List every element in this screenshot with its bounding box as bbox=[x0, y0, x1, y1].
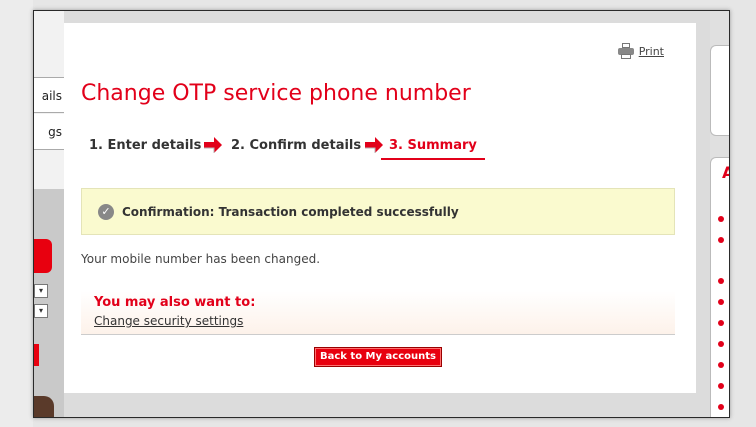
bullet-icon bbox=[718, 320, 724, 326]
step-summary: 3. Summary bbox=[381, 136, 485, 160]
step-arrow-icon bbox=[204, 137, 222, 153]
confirmation-text: Confirmation: Transaction completed succ… bbox=[122, 204, 459, 219]
bullet-icon bbox=[718, 341, 724, 347]
bullet-icon bbox=[718, 216, 724, 222]
bullet-icon bbox=[718, 362, 724, 368]
confirmation-banner: ✓ Confirmation: Transaction completed su… bbox=[81, 188, 675, 235]
left-dropdown-arrow-icon[interactable]: ▾ bbox=[34, 304, 48, 318]
bullet-icon bbox=[718, 299, 724, 305]
suggestions-heading: You may also want to: bbox=[94, 295, 256, 310]
bullet-icon bbox=[718, 237, 724, 243]
main-content: Print Change OTP service phone number 1.… bbox=[64, 23, 696, 393]
check-circle-icon: ✓ bbox=[98, 203, 114, 220]
print-label[interactable]: Print bbox=[639, 45, 664, 58]
progress-steps: 1. Enter details 2. Confirm details 3. S… bbox=[81, 136, 501, 164]
outer-gutter bbox=[0, 0, 33, 427]
right-panel-bottom bbox=[710, 157, 729, 417]
left-red-button[interactable] bbox=[34, 344, 39, 366]
browser-viewport: ails gs ▾ ▾ Print Change OTP service pho… bbox=[33, 10, 730, 418]
change-security-settings-link[interactable]: Change security settings bbox=[94, 314, 243, 328]
bullet-icon bbox=[718, 404, 724, 410]
avatar bbox=[34, 396, 54, 417]
left-nav-item-settings[interactable]: gs bbox=[34, 114, 64, 150]
printer-icon bbox=[617, 43, 634, 59]
left-sidebar: ails gs ▾ ▾ bbox=[34, 11, 64, 417]
print-link[interactable]: Print bbox=[617, 43, 664, 59]
left-nav-item-details[interactable]: ails bbox=[34, 77, 64, 113]
right-panel-heading: A bbox=[722, 163, 729, 182]
left-dropdown-arrow-icon[interactable]: ▾ bbox=[34, 284, 48, 298]
suggestions-box: You may also want to: Change security se… bbox=[81, 291, 675, 335]
result-message: Your mobile number has been changed. bbox=[81, 252, 321, 266]
left-red-tab[interactable] bbox=[34, 239, 52, 273]
back-to-accounts-button[interactable]: Back to My accounts bbox=[314, 347, 442, 367]
step-confirm-details: 2. Confirm details bbox=[231, 138, 362, 153]
page-title: Change OTP service phone number bbox=[81, 81, 471, 106]
right-panel-top bbox=[710, 45, 729, 136]
bullet-icon bbox=[718, 383, 724, 389]
bullet-icon bbox=[718, 278, 724, 284]
step-enter-details: 1. Enter details bbox=[89, 138, 202, 153]
